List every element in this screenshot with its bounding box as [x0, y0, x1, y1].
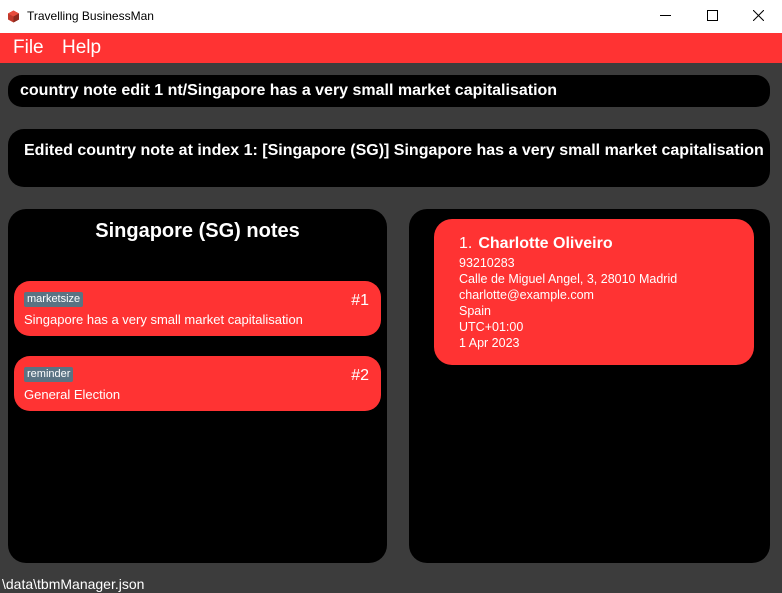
note-index: #1 [351, 292, 369, 309]
command-input[interactable]: country note edit 1 nt/Singapore has a v… [20, 82, 557, 100]
contacts-panel: 1. Charlotte Oliveiro 93210283 Calle de M… [409, 209, 770, 563]
notes-title: Singapore (SG) notes [95, 220, 300, 242]
result-display: Edited country note at index 1: [Singapo… [8, 129, 770, 187]
contact-card[interactable]: 1. Charlotte Oliveiro 93210283 Calle de M… [434, 219, 754, 365]
note-text: Singapore has a very small market capita… [24, 312, 303, 327]
contact-email: charlotte@example.com [459, 288, 594, 302]
status-bar: \data\tbmManager.json [0, 575, 782, 593]
note-text: General Election [24, 387, 121, 402]
menu-help[interactable]: Help [62, 37, 101, 59]
note-tag: reminder [24, 367, 74, 382]
contact-phone: 93210283 [459, 256, 515, 270]
status-file-path: \data\tbmManager.json [2, 576, 145, 592]
result-message: Edited country note at index 1: [Singapo… [24, 142, 764, 159]
contact-address: Calle de Miguel Angel, 3, 28010 Madrid [459, 272, 678, 286]
close-button[interactable] [735, 0, 781, 33]
minimize-button[interactable] [642, 0, 688, 33]
close-icon [752, 8, 764, 26]
minimize-icon [659, 8, 671, 26]
notes-panel: Singapore (SG) notes marketsize #1 Singa… [8, 209, 387, 563]
contact-name: Charlotte Oliveiro [478, 235, 613, 252]
window-titlebar: Travelling BusinessMan [0, 0, 782, 33]
contact-index: 1. [459, 235, 473, 252]
window-title: Travelling BusinessMan [27, 9, 154, 23]
note-tag: marketsize [24, 292, 84, 307]
contact-country: Spain [459, 304, 491, 318]
note-card[interactable]: marketsize #1 Singapore has a very small… [14, 281, 381, 336]
note-card[interactable]: reminder #2 General Election [14, 356, 381, 411]
maximize-icon [706, 8, 718, 26]
note-index: #2 [351, 367, 369, 384]
contact-date: 1 Apr 2023 [459, 336, 520, 350]
contact-name-row: 1. Charlotte Oliveiro [459, 235, 613, 253]
menu-file[interactable]: File [13, 37, 44, 59]
menu-bar: File Help [0, 33, 782, 63]
maximize-button[interactable] [689, 0, 735, 33]
cube-icon [7, 10, 20, 23]
contact-timezone: UTC+01:00 [459, 320, 524, 334]
command-box[interactable]: country note edit 1 nt/Singapore has a v… [8, 75, 770, 107]
